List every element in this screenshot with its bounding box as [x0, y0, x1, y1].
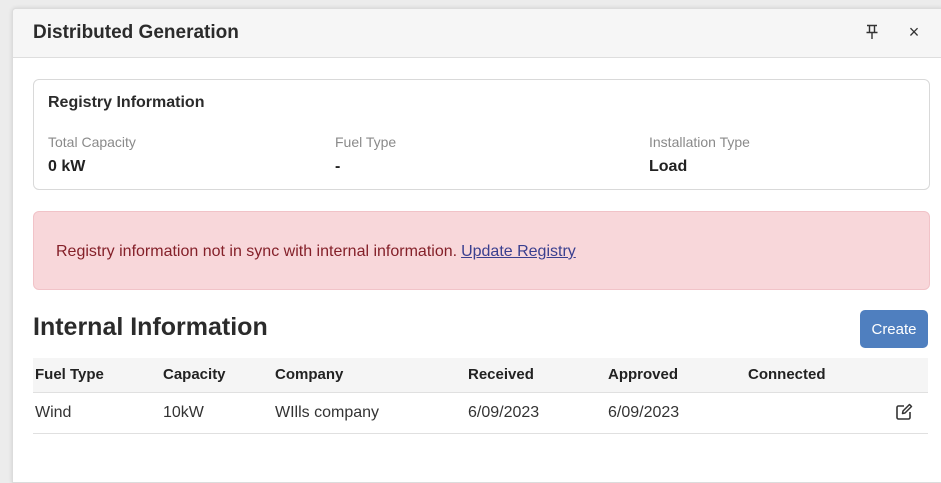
- column-header-fuel-type[interactable]: Fuel Type: [35, 366, 104, 383]
- table-row[interactable]: Wind 10kW WIlls company 6/09/2023 6/09/2…: [33, 393, 928, 434]
- cell-approved: 6/09/2023: [608, 404, 680, 421]
- close-icon[interactable]: ×: [905, 21, 923, 43]
- create-button[interactable]: Create: [860, 310, 928, 348]
- total-capacity-value: 0 kW: [48, 158, 86, 175]
- internal-information-table: Fuel Type Capacity Company Received Appr…: [33, 358, 928, 434]
- internal-information-title: Internal Information: [33, 313, 268, 341]
- sync-alert: Registry information not in sync with in…: [33, 211, 930, 290]
- column-header-connected[interactable]: Connected: [748, 366, 826, 383]
- column-header-approved[interactable]: Approved: [608, 366, 678, 383]
- update-registry-link[interactable]: Update Registry: [461, 243, 576, 260]
- cell-company: WIlls company: [275, 404, 380, 421]
- alert-message-row: Registry information not in sync with in…: [56, 243, 576, 261]
- pin-icon[interactable]: [863, 21, 881, 43]
- cell-capacity: 10kW: [163, 404, 204, 421]
- column-header-received[interactable]: Received: [468, 366, 534, 383]
- total-capacity-label: Total Capacity: [48, 134, 136, 150]
- alert-message: Registry information not in sync with in…: [56, 243, 458, 260]
- fuel-type-label: Fuel Type: [335, 134, 397, 150]
- registry-title: Registry Information: [48, 94, 205, 111]
- column-header-company[interactable]: Company: [275, 366, 343, 383]
- installation-type-label: Installation Type: [649, 134, 750, 150]
- cell-received: 6/09/2023: [468, 404, 540, 421]
- panel-header: Distributed Generation ×: [13, 9, 941, 58]
- cell-fuel-type: Wind: [35, 404, 72, 421]
- table-header: Fuel Type Capacity Company Received Appr…: [33, 358, 928, 393]
- registry-information-card: Registry Information Total Capacity 0 kW…: [33, 79, 930, 190]
- distributed-generation-panel: Distributed Generation × Registry Inform…: [12, 8, 941, 483]
- edit-icon[interactable]: [895, 403, 913, 421]
- column-header-capacity[interactable]: Capacity: [163, 366, 226, 383]
- fuel-type-value: -: [335, 158, 341, 175]
- installation-type-value: Load: [649, 158, 688, 175]
- panel-title: Distributed Generation: [33, 22, 239, 43]
